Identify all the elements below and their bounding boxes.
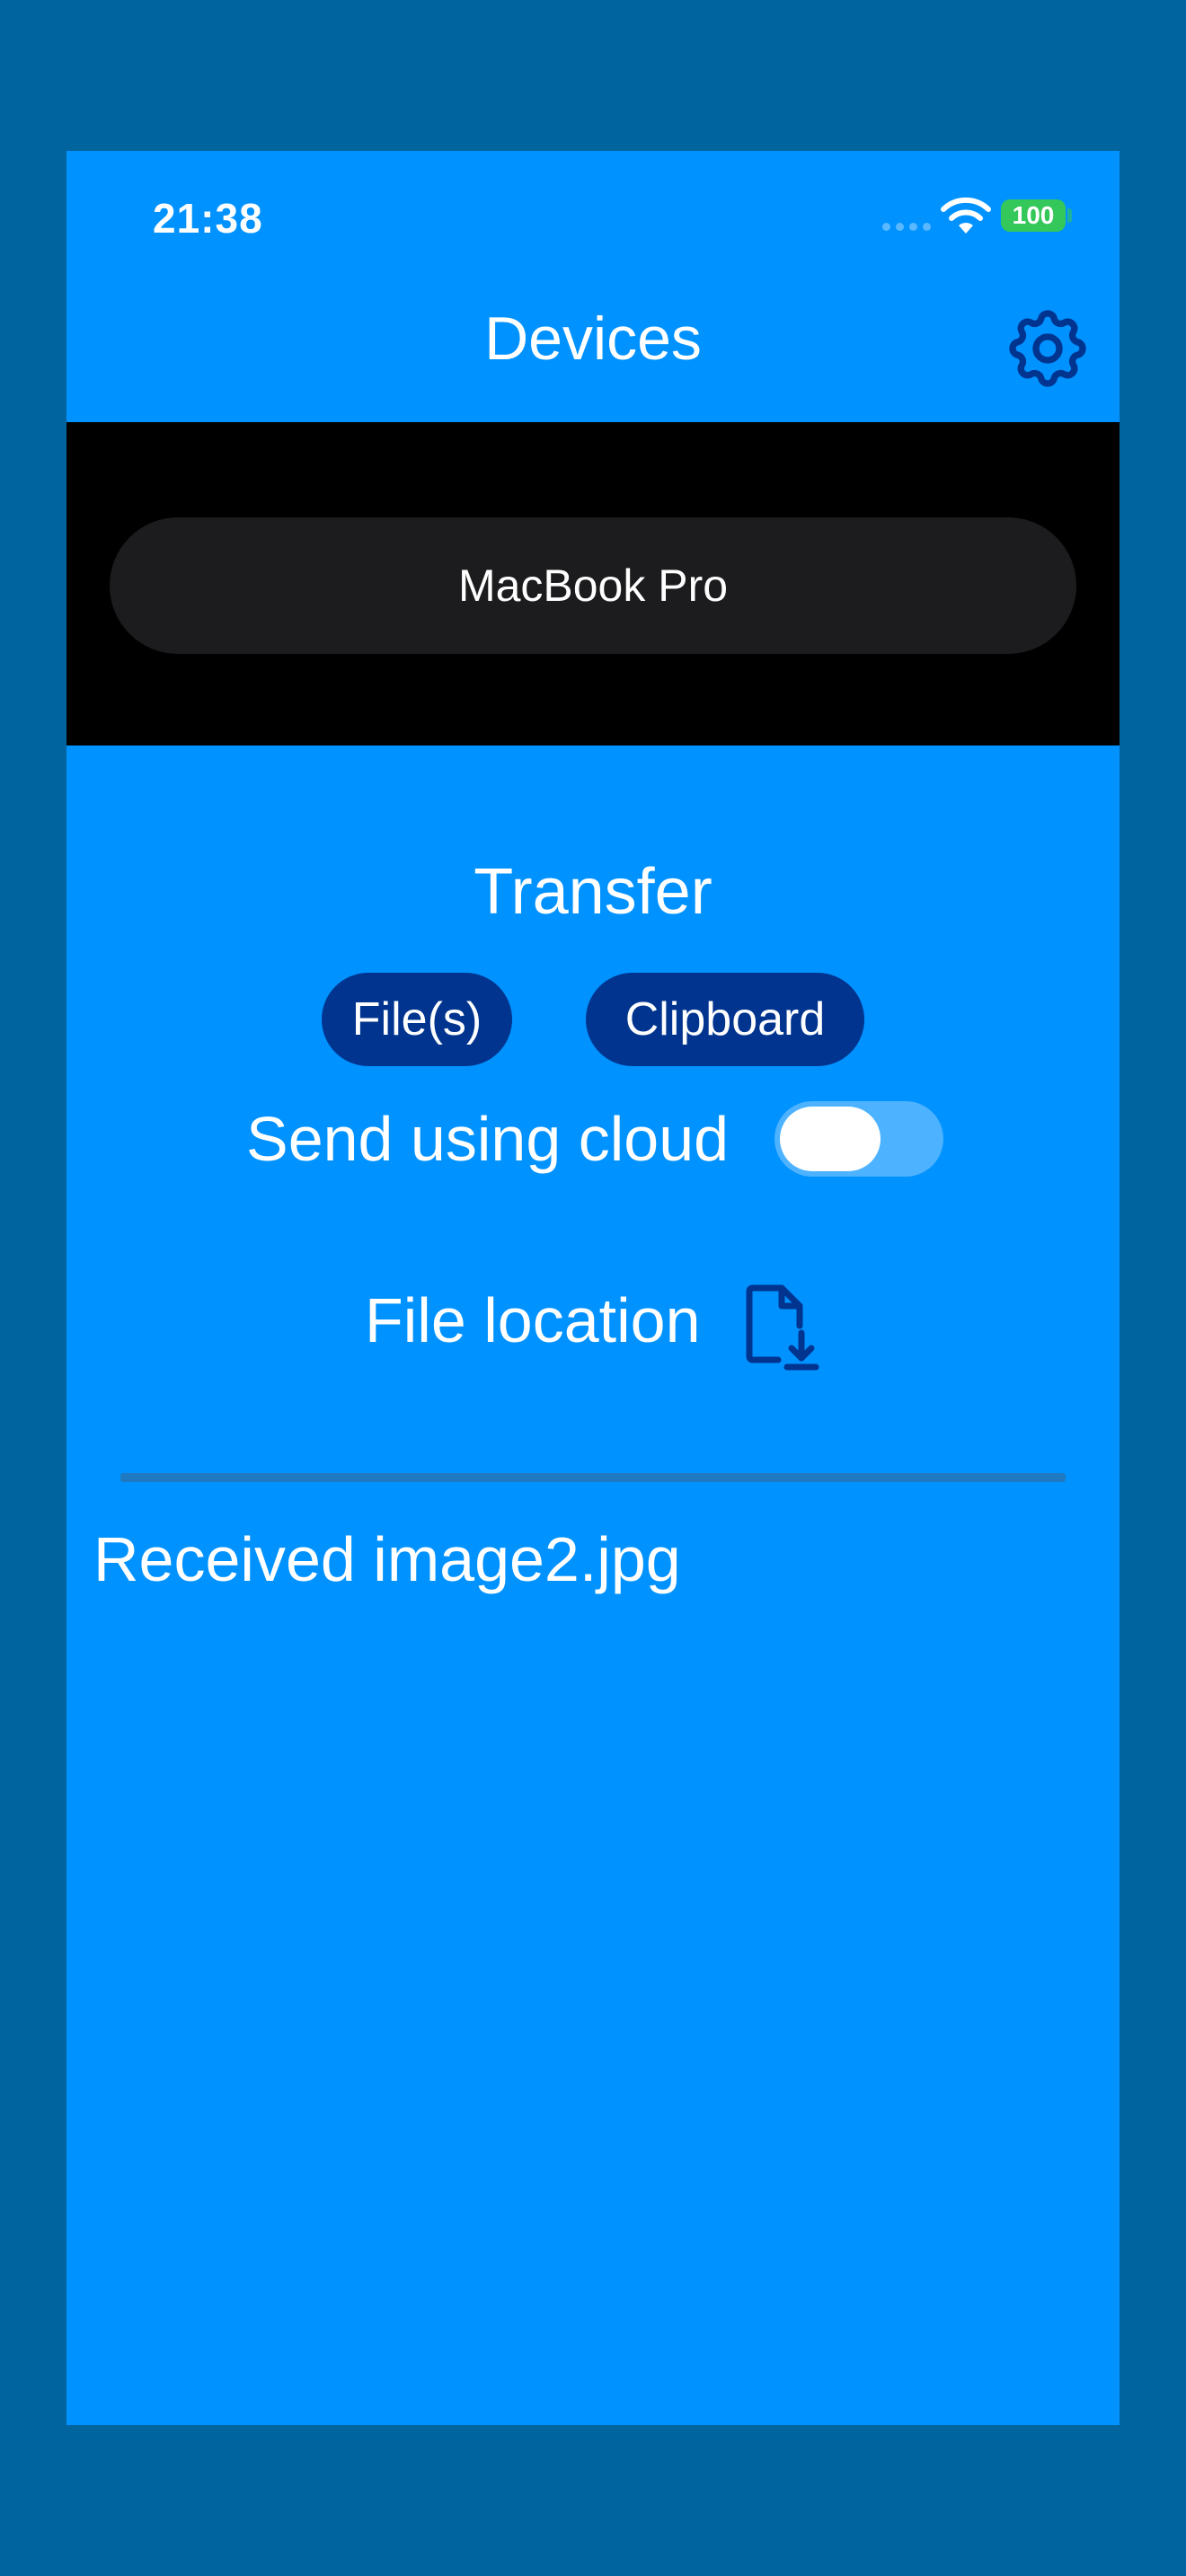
status-time: 21:38 <box>153 195 263 242</box>
device-item-macbook-pro[interactable]: MacBook Pro <box>110 517 1076 654</box>
cloud-toggle-label: Send using cloud <box>246 1104 730 1174</box>
send-files-button[interactable]: File(s) <box>322 973 512 1066</box>
wifi-icon <box>941 197 991 234</box>
divider <box>120 1473 1066 1482</box>
cloud-toggle[interactable] <box>774 1101 943 1177</box>
battery-indicator: 100 <box>1001 199 1066 232</box>
log-entry: Received image2.jpg <box>93 1524 681 1594</box>
file-download-icon[interactable] <box>742 1283 825 1372</box>
cellular-signal-icon <box>882 223 931 231</box>
status-bar: 21:38 100 <box>66 151 1120 295</box>
app-screen: 21:38 100 Devices MacBook Pro Transfer F… <box>66 151 1120 2425</box>
device-list: MacBook Pro <box>66 422 1120 745</box>
transfer-heading: Transfer <box>474 856 712 928</box>
battery-nub <box>1067 208 1072 223</box>
toggle-knob <box>780 1107 881 1171</box>
send-clipboard-button[interactable]: Clipboard <box>586 973 864 1066</box>
page-title: Devices <box>484 304 702 373</box>
file-location-label: File location <box>365 1285 701 1355</box>
gear-icon[interactable] <box>1001 302 1094 395</box>
